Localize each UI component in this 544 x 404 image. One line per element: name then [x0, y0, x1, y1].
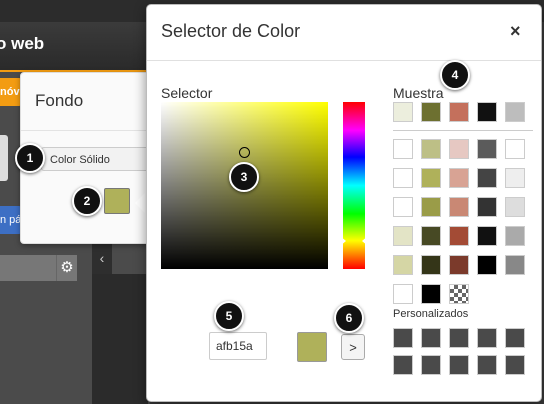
palette-swatch[interactable] [421, 168, 441, 188]
palette-swatch[interactable] [477, 255, 497, 275]
palette-swatch[interactable] [421, 284, 441, 304]
sample-swatch[interactable] [393, 102, 413, 122]
palette-swatch[interactable] [393, 284, 413, 304]
dialog-title: Selector de Color [161, 21, 301, 41]
custom-swatch[interactable] [449, 355, 469, 375]
sidebar-edge [0, 135, 8, 181]
palette-swatch[interactable] [477, 197, 497, 217]
collapse-panel-icon[interactable]: ‹ [92, 244, 112, 274]
palette-swatch[interactable] [449, 139, 469, 159]
palette-swatch[interactable] [449, 226, 469, 246]
callout-badge: 2 [72, 186, 102, 216]
close-icon[interactable]: × [510, 21, 521, 42]
color-selector-dialog: Selector de Color × Selector > Muestra P… [146, 4, 542, 402]
callout-badge: 6 [334, 303, 364, 333]
palette-swatch[interactable] [477, 139, 497, 159]
palette-swatch[interactable] [393, 139, 413, 159]
app-title: o web [0, 34, 45, 53]
palette-swatch[interactable] [393, 255, 413, 275]
palette-swatch[interactable] [505, 197, 525, 217]
sidebar-field[interactable] [0, 255, 56, 281]
callout-badge: 3 [229, 162, 259, 192]
divider [147, 60, 541, 61]
custom-swatch[interactable] [421, 328, 441, 348]
dark-panel-strip [92, 274, 148, 404]
callout-badge: 4 [440, 60, 470, 90]
custom-swatch[interactable] [449, 328, 469, 348]
selector-label: Selector [161, 85, 213, 101]
custom-swatch[interactable] [477, 355, 497, 375]
personalizados-label: Personalizados [393, 308, 469, 320]
custom-swatch[interactable] [421, 355, 441, 375]
muestra-label: Muestra [393, 85, 444, 101]
palette-swatch[interactable] [505, 139, 525, 159]
divider [21, 130, 156, 131]
palette-swatch[interactable] [477, 168, 497, 188]
app-header: o web [0, 22, 150, 72]
apply-color-button[interactable]: > [341, 334, 365, 360]
palette-swatch[interactable] [393, 168, 413, 188]
current-color-swatch[interactable] [104, 188, 130, 214]
palette-swatch[interactable] [505, 255, 525, 275]
hue-slider-handle-right[interactable] [362, 236, 368, 246]
blue-action-button[interactable]: n pá [0, 206, 22, 234]
custom-swatch[interactable] [393, 355, 413, 375]
palette-swatch[interactable] [505, 168, 525, 188]
picker-cursor[interactable] [239, 147, 250, 158]
gear-icon[interactable]: ⚙ [56, 255, 77, 281]
custom-swatch[interactable] [505, 328, 525, 348]
callout-badge: 5 [214, 301, 244, 331]
custom-swatch[interactable] [393, 328, 413, 348]
preview-swatch [297, 332, 327, 362]
callout-badge: 1 [15, 143, 45, 173]
sample-swatch[interactable] [449, 102, 469, 122]
palette-swatch[interactable] [449, 255, 469, 275]
hue-slider-handle-left[interactable] [340, 236, 346, 246]
palette-swatch[interactable] [421, 197, 441, 217]
hex-input[interactable] [209, 332, 267, 360]
divider [393, 130, 533, 131]
palette-swatch[interactable] [477, 226, 497, 246]
palette-swatch[interactable] [449, 168, 469, 188]
sample-swatch[interactable] [421, 102, 441, 122]
palette-swatch[interactable] [421, 226, 441, 246]
custom-swatch[interactable] [505, 355, 525, 375]
palette-swatch[interactable] [421, 139, 441, 159]
fill-type-select[interactable]: Color Sólido [41, 147, 151, 171]
fondo-title: Fondo [35, 91, 84, 110]
palette-swatch[interactable] [505, 226, 525, 246]
sample-swatch[interactable] [477, 102, 497, 122]
palette-swatch[interactable] [449, 197, 469, 217]
palette-swatch[interactable] [393, 197, 413, 217]
palette-swatch[interactable] [421, 255, 441, 275]
transparent-swatch[interactable] [449, 284, 469, 304]
orange-action-button[interactable]: nóv [0, 78, 22, 106]
palette-swatch[interactable] [393, 226, 413, 246]
popover-arrow [135, 193, 145, 213]
custom-swatch[interactable] [477, 328, 497, 348]
sample-swatch[interactable] [505, 102, 525, 122]
